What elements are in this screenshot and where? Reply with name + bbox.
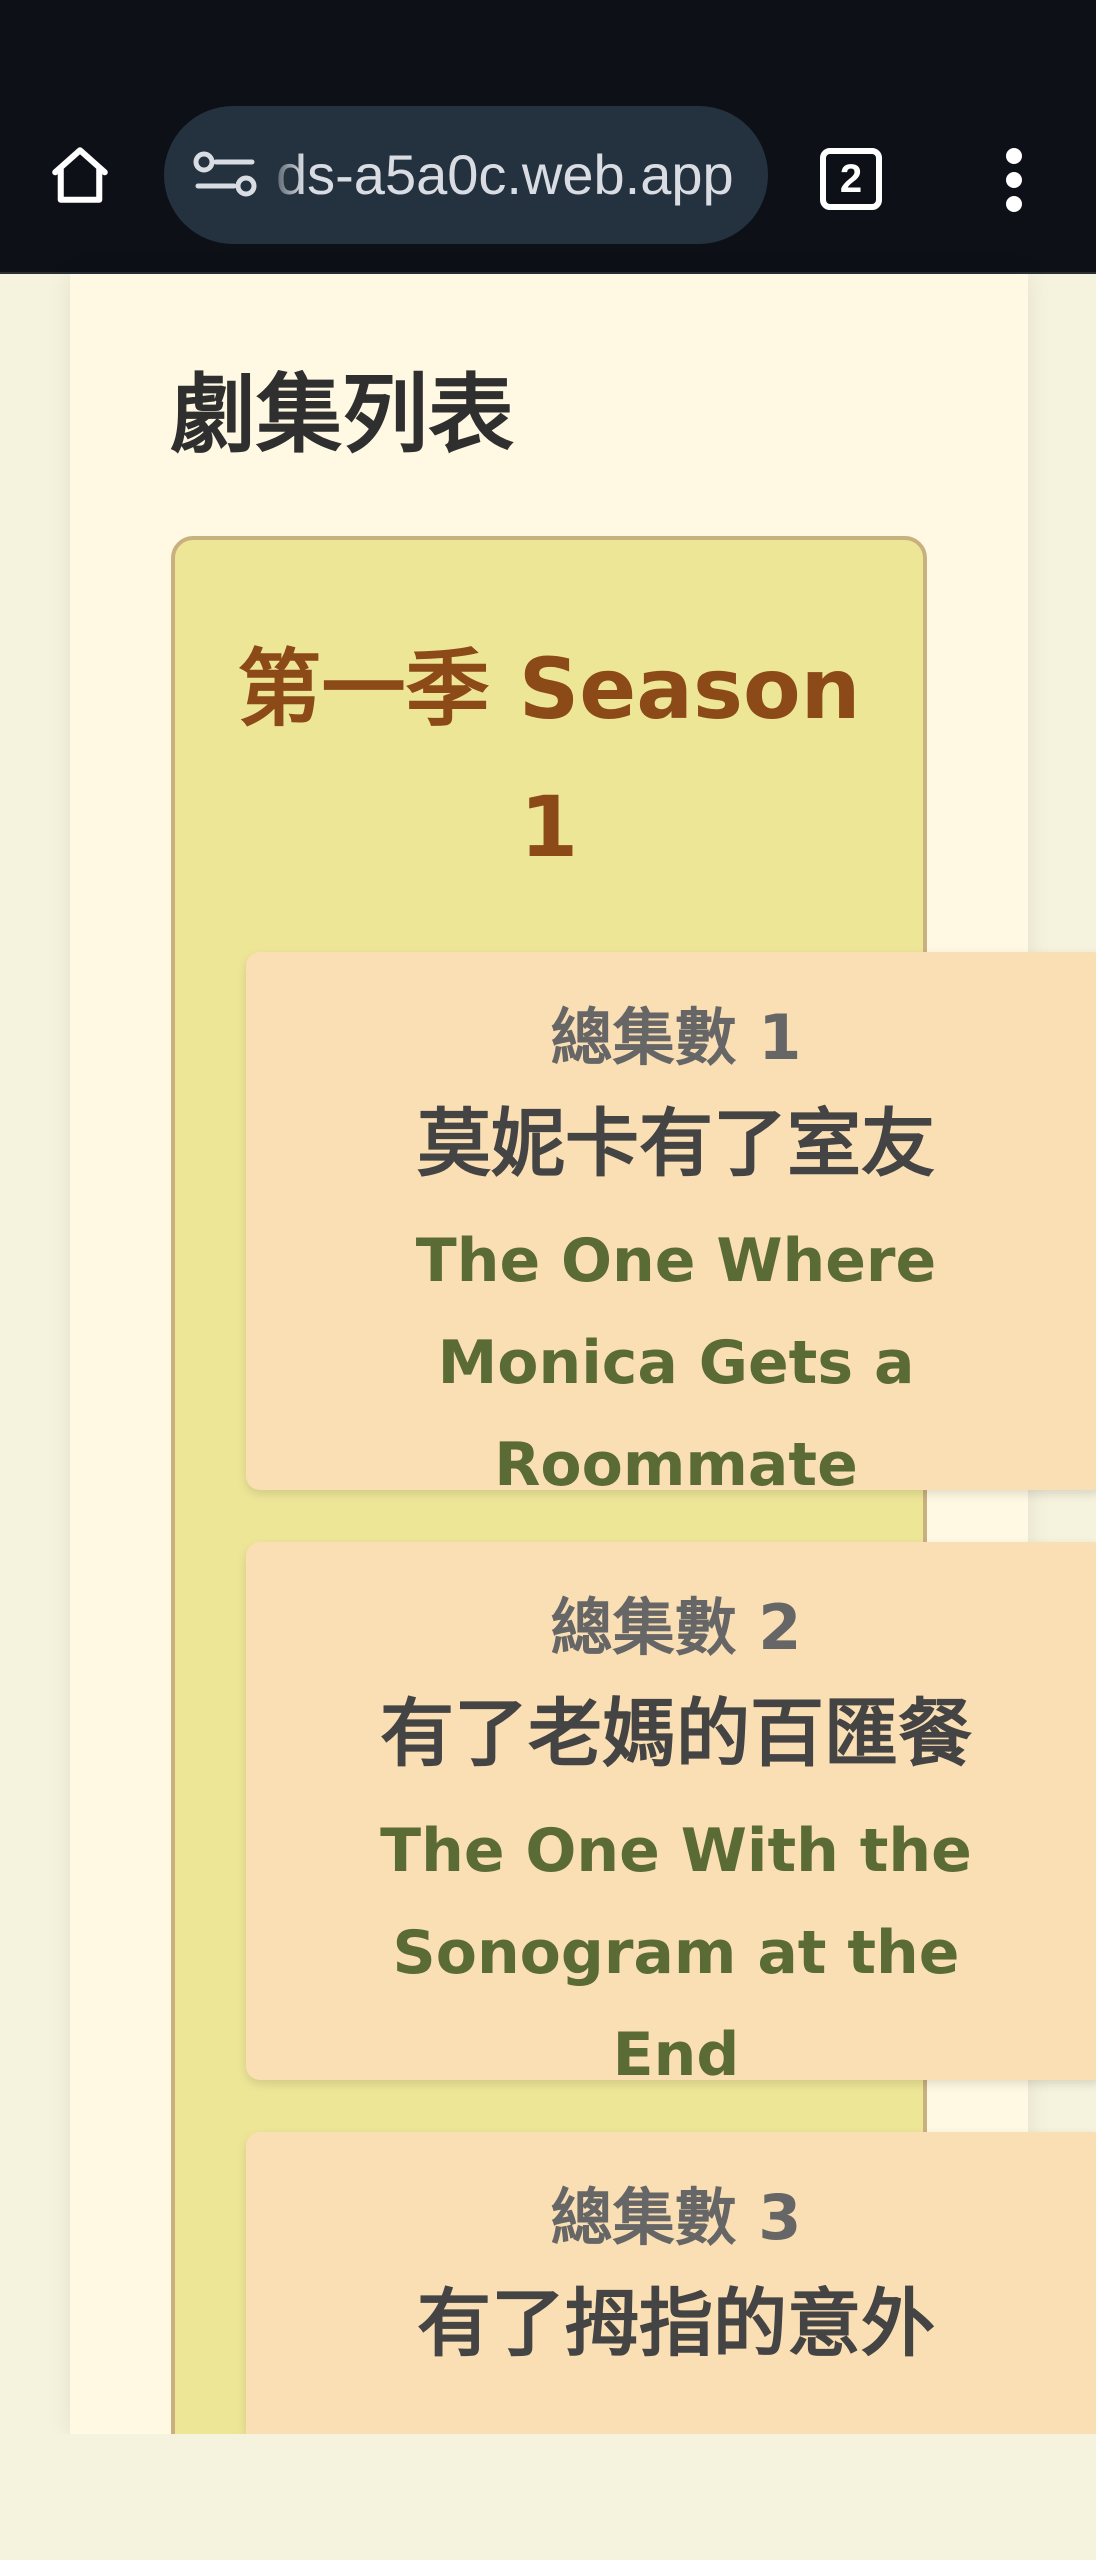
address-bar[interactable]: ds-a5a0c.web.app (164, 106, 768, 244)
menu-dot-icon (1006, 196, 1022, 212)
url-fade (264, 106, 304, 244)
browser-toolbar: ds-a5a0c.web.app 2 (0, 0, 1096, 274)
menu-dot-icon (1006, 148, 1022, 164)
page-bottom (0, 2434, 1096, 2560)
site-settings-icon[interactable] (190, 146, 260, 202)
episode-title-zh: 莫妮卡有了室友 (417, 1101, 935, 1187)
url-text[interactable]: ds-a5a0c.web.app (276, 140, 734, 210)
more-menu-button[interactable] (990, 140, 1038, 220)
episode-card[interactable]: 總集數 1 莫妮卡有了室友 The One Where Monica Gets … (246, 952, 1096, 1500)
episode-title-en: The One With the Sonogram at the End (380, 1816, 972, 2090)
menu-dot-icon (1006, 172, 1022, 188)
season-title: 第一季 Season 1 (237, 640, 861, 876)
tab-count: 2 (820, 148, 882, 210)
episode-card[interactable]: 總集數 2 有了老媽的百匯餐 The One With the Sonogram… (246, 1542, 1096, 2090)
home-icon (52, 147, 108, 203)
episode-card[interactable]: 總集數 3 有了拇指的意外 (246, 2132, 1096, 2434)
episode-title-en: The One Where Monica Gets a Roommate (415, 1226, 937, 1500)
page-title: 劇集列表 (170, 365, 514, 465)
episode-title-zh: 有了拇指的意外 (417, 2281, 935, 2367)
episode-number: 總集數 3 (550, 2181, 802, 2254)
episode-number: 總集數 1 (550, 1001, 802, 1074)
home-button[interactable] (40, 130, 120, 220)
episode-number: 總集數 2 (550, 1591, 802, 1664)
episode-title-zh: 有了老媽的百匯餐 (380, 1691, 972, 1777)
tab-switcher-button[interactable]: 2 (814, 142, 884, 212)
